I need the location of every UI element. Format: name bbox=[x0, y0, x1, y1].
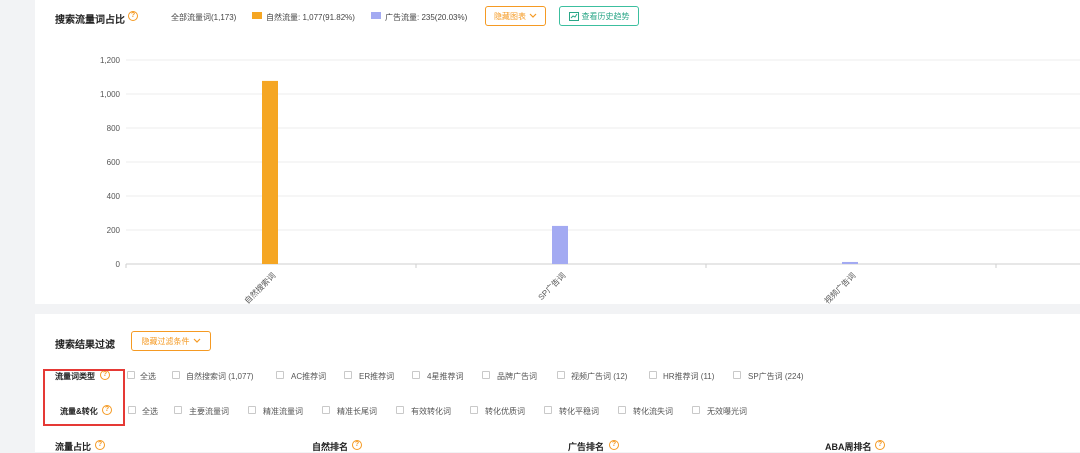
help-icon[interactable]: ? bbox=[352, 440, 362, 450]
filter-section-title: 搜索结果过滤 bbox=[55, 340, 115, 351]
y-tick-label: 800 bbox=[107, 124, 121, 133]
option-label[interactable]: 转化优质词 bbox=[485, 406, 525, 417]
option-label[interactable]: 精准长尾词 bbox=[337, 406, 377, 417]
checkbox[interactable] bbox=[618, 406, 626, 414]
option-label[interactable]: AC推荐词 bbox=[291, 371, 326, 382]
checkbox[interactable] bbox=[412, 371, 420, 379]
option-label[interactable]: 转化流失词 bbox=[633, 406, 673, 417]
option-label[interactable]: 全选 bbox=[142, 406, 158, 417]
checkbox[interactable] bbox=[172, 371, 180, 379]
bar bbox=[262, 80, 278, 264]
option-label[interactable]: HR推荐词 (11) bbox=[663, 371, 714, 382]
y-tick-label: 1,200 bbox=[100, 56, 121, 65]
x-tick-label: 视频广告词 bbox=[822, 270, 857, 304]
y-tick-label: 0 bbox=[116, 260, 121, 269]
x-tick-label: 自然搜索词 bbox=[242, 270, 277, 304]
y-tick-label: 1,000 bbox=[100, 90, 121, 99]
checkbox[interactable] bbox=[127, 371, 135, 379]
chevron-down-icon bbox=[193, 338, 200, 343]
option-label[interactable]: SP广告词 (224) bbox=[748, 371, 804, 382]
help-icon[interactable]: ? bbox=[95, 440, 105, 450]
bar bbox=[842, 261, 858, 264]
option-label[interactable]: 品牌广告词 bbox=[497, 371, 537, 382]
checkbox[interactable] bbox=[470, 406, 478, 414]
checkbox[interactable] bbox=[482, 371, 490, 379]
option-label[interactable]: 4星推荐词 bbox=[427, 371, 463, 382]
column-header-traffic-share[interactable]: 流量占比 bbox=[55, 440, 91, 453]
bar-chart: 0 200 400 600 800 1,000 1,200 自然搜索词 SP广告词 视频广告词 bbox=[100, 56, 1080, 304]
hide-filter-button[interactable]: 隐藏过滤条件 bbox=[131, 331, 211, 351]
checkbox[interactable] bbox=[174, 406, 182, 414]
checkbox[interactable] bbox=[733, 371, 741, 379]
checkbox[interactable] bbox=[649, 371, 657, 379]
checkbox[interactable] bbox=[276, 371, 284, 379]
checkbox[interactable] bbox=[248, 406, 256, 414]
checkbox[interactable] bbox=[544, 406, 552, 414]
checkbox[interactable] bbox=[128, 406, 136, 414]
hide-filter-label: 隐藏过滤条件 bbox=[141, 336, 190, 346]
option-label[interactable]: 视频广告词 (12) bbox=[571, 371, 627, 382]
help-icon[interactable]: ? bbox=[875, 440, 885, 450]
y-tick-label: 200 bbox=[107, 226, 121, 235]
option-label[interactable]: 有效转化词 bbox=[411, 406, 451, 417]
checkbox[interactable] bbox=[322, 406, 330, 414]
checkbox[interactable] bbox=[344, 371, 352, 379]
x-tick-label: SP广告词 bbox=[536, 270, 568, 302]
option-label[interactable]: 全选 bbox=[140, 371, 156, 382]
option-label[interactable]: ER推荐词 bbox=[359, 371, 394, 382]
y-tick-label: 600 bbox=[107, 158, 121, 167]
option-label[interactable]: 主要流量词 bbox=[189, 406, 229, 417]
help-icon[interactable]: ? bbox=[609, 440, 619, 450]
checkbox[interactable] bbox=[557, 371, 565, 379]
option-label[interactable]: 自然搜索词 (1,077) bbox=[186, 371, 254, 382]
column-header-ad-rank[interactable]: 广告排名 bbox=[568, 440, 604, 453]
checkbox[interactable] bbox=[396, 406, 404, 414]
option-label[interactable]: 无效曝光词 bbox=[707, 406, 747, 417]
y-tick-label: 400 bbox=[107, 192, 121, 201]
column-header-natural-rank[interactable]: 自然排名 bbox=[312, 440, 348, 453]
bar bbox=[552, 225, 568, 264]
checkbox[interactable] bbox=[692, 406, 700, 414]
option-label[interactable]: 转化平稳词 bbox=[559, 406, 599, 417]
column-header-aba-weekly-rank[interactable]: ABA周排名 bbox=[825, 440, 872, 453]
option-label[interactable]: 精准流量词 bbox=[263, 406, 303, 417]
highlight-box bbox=[43, 369, 125, 426]
